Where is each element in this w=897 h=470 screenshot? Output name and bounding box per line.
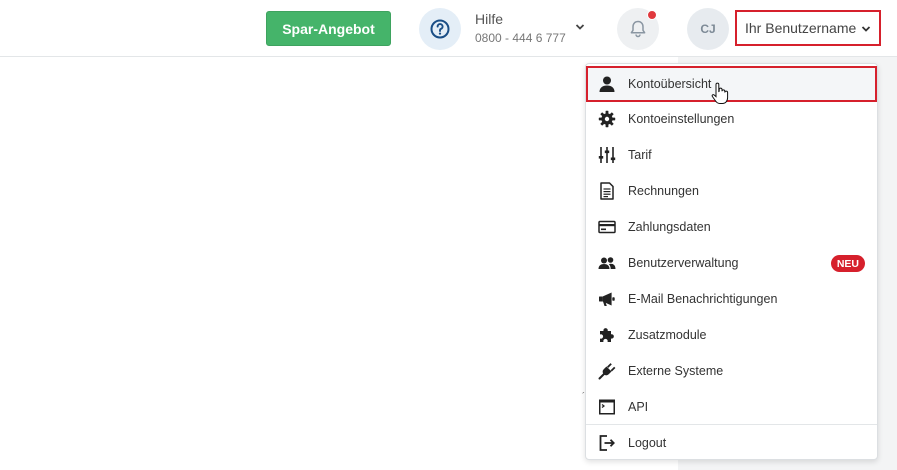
user-menu-toggle[interactable]: Ihr Benutzername <box>735 10 881 46</box>
plug-icon <box>598 362 616 380</box>
menu-item-rechnungen[interactable]: Rechnungen <box>586 173 877 209</box>
offer-button[interactable]: Spar-Angebot <box>266 11 391 46</box>
top-navigation-bar: Spar-Angebot Hilfe 0800 - 444 6 777 CJ I… <box>0 0 897 57</box>
menu-item-label: Logout <box>628 436 667 450</box>
document-icon <box>598 182 616 200</box>
puzzle-icon <box>598 326 616 344</box>
user-icon <box>598 75 616 93</box>
menu-item-label: Zusatzmodule <box>628 328 707 342</box>
terminal-icon <box>598 398 616 416</box>
notification-indicator <box>647 10 657 20</box>
menu-item-api[interactable]: API <box>586 389 877 425</box>
menu-item-label: Externe Systeme <box>628 364 724 378</box>
users-icon <box>598 254 616 272</box>
new-badge: NEU <box>830 255 865 272</box>
user-dropdown-menu: Kontoübersicht Kontoeinstellungen Tarif … <box>585 63 878 460</box>
avatar[interactable]: CJ <box>687 8 729 50</box>
menu-item-label: Kontoübersicht <box>628 77 712 91</box>
menu-item-label: Zahlungsdaten <box>628 220 711 234</box>
menu-item-email-benachrichtigungen[interactable]: E-Mail Benachrichtigungen <box>586 281 877 317</box>
menu-item-label: E-Mail Benachrichtigungen <box>628 292 778 306</box>
menu-item-label: Rechnungen <box>628 184 699 198</box>
help-title: Hilfe <box>475 11 504 27</box>
help-phone-number: 0800 - 444 6 777 <box>475 31 566 45</box>
divider-mark: ´ <box>582 391 585 401</box>
sliders-icon <box>598 146 616 164</box>
menu-item-benutzerverwaltung[interactable]: Benutzerverwaltung NEU <box>586 245 877 281</box>
menu-item-zahlungsdaten[interactable]: Zahlungsdaten <box>586 209 877 245</box>
menu-item-label: Tarif <box>628 148 652 162</box>
menu-item-label: API <box>628 400 649 414</box>
menu-item-kontoeinstellungen[interactable]: Kontoeinstellungen <box>586 101 877 137</box>
menu-item-label: Kontoeinstellungen <box>628 112 735 126</box>
help-icon <box>419 8 461 50</box>
megaphone-icon <box>598 290 616 308</box>
gear-icon <box>598 110 616 128</box>
menu-item-label: Benutzerverwaltung <box>628 256 739 270</box>
logout-icon <box>598 434 616 452</box>
menu-item-logout[interactable]: Logout <box>586 425 877 461</box>
notifications-button[interactable] <box>617 8 659 50</box>
username-label: Ihr Benutzername <box>745 20 857 36</box>
menu-item-kontouebersicht[interactable]: Kontoübersicht <box>586 66 877 102</box>
help-menu[interactable]: Hilfe 0800 - 444 6 777 <box>419 7 591 51</box>
chevron-down-icon <box>861 26 871 32</box>
menu-item-zusatzmodule[interactable]: Zusatzmodule <box>586 317 877 353</box>
credit-card-icon <box>598 218 616 236</box>
chevron-down-icon <box>575 24 585 30</box>
bell-icon <box>630 20 646 38</box>
menu-item-externe-systeme[interactable]: Externe Systeme <box>586 353 877 389</box>
menu-item-tarif[interactable]: Tarif <box>586 137 877 173</box>
